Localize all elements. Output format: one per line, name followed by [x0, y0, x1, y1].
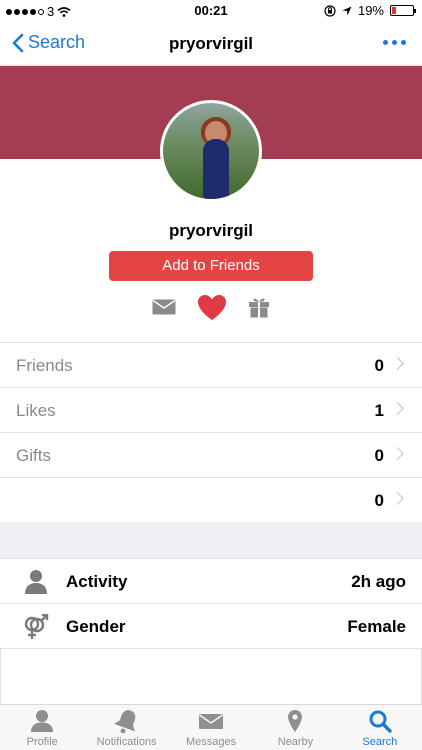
tab-label: Nearby	[277, 736, 314, 748]
tab-label: Notifications	[96, 736, 157, 748]
gifts-row[interactable]: Gifts 0	[0, 433, 422, 478]
chevron-right-icon	[391, 447, 404, 460]
person-icon	[31, 710, 54, 732]
tab-label: Messages	[185, 736, 237, 748]
friends-count: 0	[374, 356, 384, 375]
chevron-right-icon	[391, 402, 404, 415]
stats-list: Friends 0 Likes 1 Gifts 0 0	[0, 342, 422, 523]
activity-label: Activity	[66, 572, 128, 591]
profile-info: Activity 2h ago Gender Female	[0, 559, 422, 649]
bell-icon	[113, 710, 135, 733]
unlabeled-stat-count: 0	[374, 491, 384, 510]
activity-row: Activity 2h ago	[0, 559, 422, 604]
tab-search[interactable]: Search	[338, 705, 422, 750]
person-icon	[25, 570, 47, 594]
chevron-right-icon	[391, 357, 404, 370]
battery-icon	[390, 5, 416, 16]
gender-label: Gender	[66, 617, 126, 636]
gender-value: Female	[347, 617, 406, 636]
likes-label: Likes	[16, 401, 56, 420]
gifts-label: Gifts	[16, 446, 51, 465]
gift-button[interactable]	[246, 292, 272, 322]
location-pin-icon	[288, 710, 303, 732]
gifts-count: 0	[374, 446, 384, 465]
tab-bar: Profile Notifications Messages Nearby Se…	[0, 704, 422, 750]
status-bar: 3 00:21 19%	[0, 0, 422, 22]
tab-notifications[interactable]: Notifications	[84, 705, 168, 750]
search-icon	[369, 710, 392, 733]
friends-label: Friends	[16, 356, 73, 375]
tab-profile[interactable]: Profile	[0, 705, 84, 750]
unlabeled-stat-row[interactable]: 0	[0, 478, 422, 523]
profile-username: pryorvirgil	[168, 221, 254, 240]
battery-percent: 19%	[357, 3, 384, 18]
likes-count: 1	[374, 401, 384, 420]
chevron-right-icon	[391, 492, 404, 505]
envelope-icon	[152, 299, 176, 315]
orientation-lock-icon	[324, 4, 336, 17]
page-title: pryorvirgil	[168, 34, 254, 53]
add-to-friends-button[interactable]: Add to Friends	[109, 251, 313, 281]
message-button[interactable]	[150, 292, 178, 322]
gender-row: Gender Female	[0, 604, 422, 649]
tab-nearby[interactable]: Nearby	[253, 705, 337, 750]
avatar[interactable]	[160, 100, 262, 202]
navigation-bar: Search pryorvirgil	[0, 22, 422, 66]
section-divider	[0, 522, 422, 559]
tab-label: Profile	[26, 736, 58, 748]
envelope-icon	[199, 714, 224, 729]
profile-actions	[0, 292, 422, 322]
friends-row[interactable]: Friends 0	[0, 343, 422, 388]
gender-symbol-icon	[24, 614, 49, 639]
likes-row[interactable]: Likes 1	[0, 388, 422, 433]
gift-icon	[249, 298, 269, 318]
activity-value: 2h ago	[351, 572, 406, 591]
location-arrow-icon	[342, 6, 352, 15]
status-right: 19%	[324, 3, 416, 18]
tab-label: Search	[362, 736, 398, 748]
more-options-button[interactable]	[383, 40, 406, 45]
content-filler	[0, 649, 422, 704]
heart-icon	[198, 294, 226, 320]
tab-messages[interactable]: Messages	[169, 705, 253, 750]
like-button[interactable]	[195, 292, 229, 322]
